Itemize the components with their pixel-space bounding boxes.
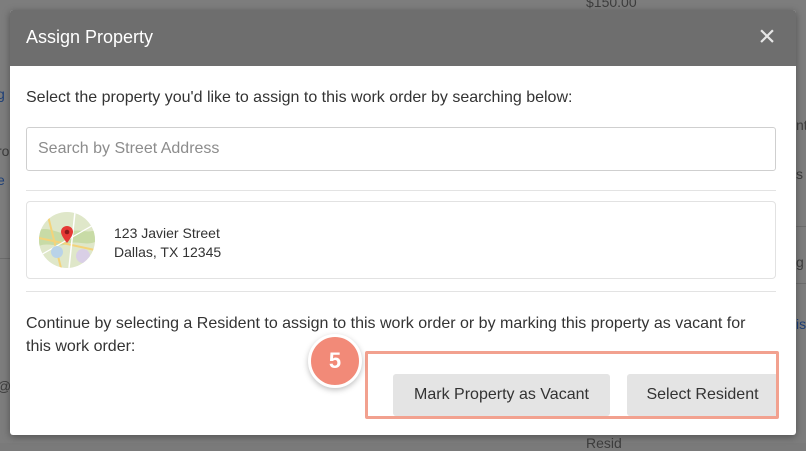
- bg-text-fragment: nt: [796, 117, 806, 133]
- bg-text-fragment: ro: [0, 143, 10, 159]
- bg-text-fragment: Resid: [586, 435, 622, 451]
- bg-link-fragment: is: [796, 316, 806, 332]
- address-line-1: 123 Javier Street: [114, 225, 220, 241]
- bg-text-fragment: s: [796, 166, 803, 182]
- property-address: 123 Javier Street Dallas, TX 12345: [114, 224, 221, 262]
- close-icon[interactable]: ×: [756, 22, 778, 52]
- bg-price-fragment: $150.00: [586, 0, 637, 10]
- bg-link-fragment: e: [0, 172, 5, 188]
- step-number-badge: 5: [308, 334, 362, 388]
- property-result-card[interactable]: 123 Javier Street Dallas, TX 12345: [26, 201, 776, 279]
- search-address-input[interactable]: [26, 127, 776, 171]
- instruction-text: Select the property you'd like to assign…: [26, 89, 573, 106]
- modal-title: Assign Property: [26, 27, 154, 47]
- address-line-2: Dallas, TX 12345: [114, 244, 222, 260]
- modal-header: Assign Property ×: [10, 10, 796, 66]
- bg-link-fragment: g: [0, 86, 5, 102]
- map-thumbnail: [39, 212, 95, 268]
- bg-divider: [796, 226, 806, 227]
- divider: [26, 190, 776, 191]
- bg-divider: [796, 283, 806, 284]
- map-pin-icon: [39, 212, 95, 268]
- highlight-box: [365, 351, 779, 419]
- divider: [26, 291, 776, 292]
- bg-text-fragment: g: [796, 254, 804, 270]
- bg-divider: [0, 258, 10, 259]
